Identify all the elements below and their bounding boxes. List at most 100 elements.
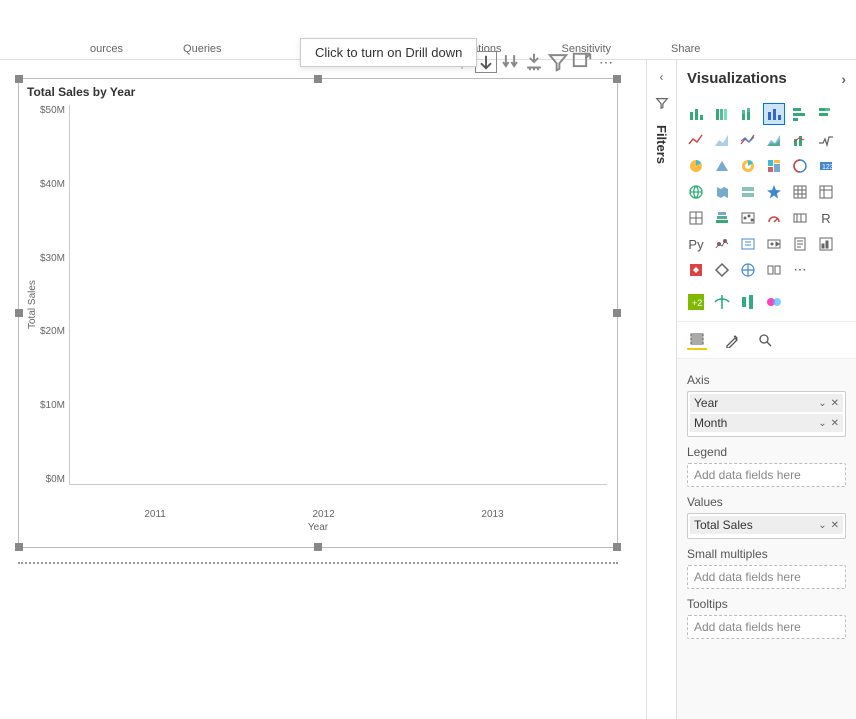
tab-format[interactable] xyxy=(721,330,741,350)
resize-handle[interactable] xyxy=(15,543,23,551)
viz-type-icon[interactable] xyxy=(789,129,811,151)
filters-label: Filters xyxy=(654,125,669,164)
report-canvas[interactable]: ⋯ Total Sales by Year Total Sales $50M $… xyxy=(0,60,646,719)
viz-type-icon[interactable] xyxy=(737,129,759,151)
viz-type-icon[interactable] xyxy=(737,233,759,255)
small-multiples-well[interactable]: Add data fields here xyxy=(687,565,846,589)
chevron-down-icon[interactable]: ⌄ xyxy=(818,520,826,531)
y-axis-ticks: $50M $40M $30M $20M $10M $0M xyxy=(40,105,69,485)
filters-pane-collapsed[interactable]: ‹ Filters xyxy=(646,60,676,719)
custom-visual-2[interactable] xyxy=(711,291,733,313)
chart-visual[interactable]: ⋯ Total Sales by Year Total Sales $50M $… xyxy=(18,78,618,548)
drill-down-icon[interactable] xyxy=(475,51,497,73)
more-options-icon[interactable]: ⋯ xyxy=(595,51,617,73)
viz-type-icon[interactable] xyxy=(789,207,811,229)
expand-filters-icon[interactable]: ‹ xyxy=(660,70,664,84)
viz-type-icon[interactable] xyxy=(789,181,811,203)
viz-type-icon[interactable] xyxy=(685,181,707,203)
viz-type-icon[interactable]: R xyxy=(815,207,837,229)
field-chip-total-sales[interactable]: Total Sales ⌄✕ xyxy=(690,516,843,534)
page-break-line xyxy=(18,562,618,564)
viz-type-icon[interactable]: 123 xyxy=(815,155,837,177)
expand-all-icon[interactable] xyxy=(523,51,545,73)
filters-funnel-icon[interactable] xyxy=(655,96,669,113)
chart-plot-area[interactable] xyxy=(69,105,607,485)
chevron-down-icon[interactable]: ⌄ xyxy=(818,398,826,409)
ribbon-group-share[interactable]: Share xyxy=(641,39,730,59)
viz-type-icon[interactable] xyxy=(763,129,785,151)
resize-handle[interactable] xyxy=(613,543,621,551)
legend-well[interactable]: Add data fields here xyxy=(687,463,846,487)
viz-type-icon[interactable] xyxy=(763,181,785,203)
viz-type-icon[interactable] xyxy=(737,155,759,177)
viz-pane-title: Visualizations xyxy=(687,70,787,87)
custom-visual-3[interactable] xyxy=(737,291,759,313)
resize-handle[interactable] xyxy=(15,75,23,83)
values-well[interactable]: Total Sales ⌄✕ xyxy=(687,513,846,539)
remove-field-icon[interactable]: ✕ xyxy=(831,418,839,429)
viz-type-icon[interactable] xyxy=(763,233,785,255)
viz-type-icon[interactable] xyxy=(789,155,811,177)
tab-fields[interactable] xyxy=(687,330,707,350)
field-chip-month[interactable]: Month ⌄✕ xyxy=(690,414,843,432)
viz-type-icon[interactable] xyxy=(685,103,707,125)
drill-tooltip: Click to turn on Drill down xyxy=(300,38,477,67)
viz-type-icon[interactable] xyxy=(685,259,707,281)
custom-visual-1[interactable]: +2 xyxy=(685,291,707,313)
viz-type-icon[interactable] xyxy=(711,233,733,255)
well-label-small-multiples: Small multiples xyxy=(687,547,846,561)
viz-type-icon[interactable] xyxy=(763,259,785,281)
viz-type-icon[interactable]: Py xyxy=(685,233,707,255)
ribbon-group-queries[interactable]: Queries xyxy=(153,39,252,59)
chevron-down-icon[interactable]: ⌄ xyxy=(818,418,826,429)
viz-type-icon[interactable]: ⋯ xyxy=(789,259,811,281)
y-axis-label: Total Sales xyxy=(25,105,40,505)
viz-type-icon[interactable] xyxy=(685,129,707,151)
viz-type-icon[interactable] xyxy=(711,207,733,229)
viz-type-icon[interactable] xyxy=(685,207,707,229)
axis-well[interactable]: Year ⌄✕ Month ⌄✕ xyxy=(687,391,846,437)
well-label-tooltips: Tooltips xyxy=(687,597,846,611)
x-axis-label: Year xyxy=(19,520,617,533)
viz-type-icon[interactable] xyxy=(763,155,785,177)
focus-mode-icon[interactable] xyxy=(571,51,593,73)
resize-handle[interactable] xyxy=(15,309,23,317)
resize-handle[interactable] xyxy=(314,75,322,83)
viz-type-icon[interactable] xyxy=(685,155,707,177)
resize-handle[interactable] xyxy=(314,543,322,551)
viz-type-icon[interactable] xyxy=(763,103,785,125)
viz-type-icon[interactable] xyxy=(815,103,837,125)
viz-type-icon[interactable] xyxy=(737,259,759,281)
x-tick: 2011 xyxy=(144,509,166,520)
tooltips-well[interactable]: Add data fields here xyxy=(687,615,846,639)
viz-type-icon[interactable] xyxy=(815,129,837,151)
viz-type-icon[interactable] xyxy=(737,207,759,229)
remove-field-icon[interactable]: ✕ xyxy=(831,520,839,531)
viz-type-icon[interactable] xyxy=(815,233,837,255)
collapse-viz-icon[interactable]: › xyxy=(841,71,846,87)
viz-type-icon[interactable] xyxy=(815,181,837,203)
tab-analytics[interactable] xyxy=(755,330,775,350)
viz-type-icon[interactable] xyxy=(711,103,733,125)
filter-icon[interactable] xyxy=(547,51,569,73)
well-label-legend: Legend xyxy=(687,445,846,459)
visualizations-pane: Visualizations › 123RPy⋯ +2 Axis Year ⌄✕ xyxy=(676,60,856,719)
ribbon-group-sources[interactable]: ources xyxy=(60,39,153,59)
expand-next-level-icon[interactable] xyxy=(499,51,521,73)
viz-type-icon[interactable] xyxy=(711,259,733,281)
field-chip-year[interactable]: Year ⌄✕ xyxy=(690,394,843,412)
resize-handle[interactable] xyxy=(613,75,621,83)
viz-tabs xyxy=(677,322,856,359)
viz-type-icon[interactable] xyxy=(711,181,733,203)
viz-type-icon[interactable] xyxy=(763,207,785,229)
viz-type-icon[interactable] xyxy=(737,181,759,203)
custom-visual-4[interactable] xyxy=(763,291,785,313)
x-tick: 2012 xyxy=(313,509,335,520)
viz-type-icon[interactable] xyxy=(789,233,811,255)
viz-type-icon[interactable] xyxy=(789,103,811,125)
viz-type-icon[interactable] xyxy=(711,155,733,177)
viz-type-icon[interactable] xyxy=(711,129,733,151)
remove-field-icon[interactable]: ✕ xyxy=(831,398,839,409)
viz-type-icon[interactable] xyxy=(737,103,759,125)
resize-handle[interactable] xyxy=(613,309,621,317)
